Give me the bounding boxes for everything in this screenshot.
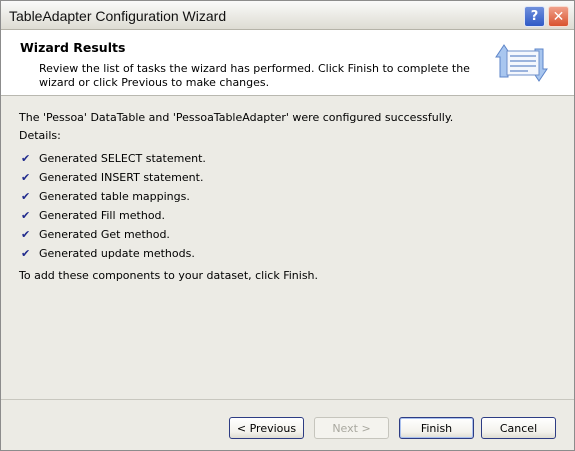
close-button[interactable]: ✕ — [548, 6, 569, 27]
cancel-button-label: Cancel — [499, 421, 538, 435]
wizard-header: Wizard Results Review the list of tasks … — [1, 30, 574, 96]
next-button-label: Next > — [332, 421, 371, 435]
task-label: Generated table mappings. — [39, 190, 190, 203]
wizard-results-icon — [495, 44, 548, 82]
checkmark-icon: ✔ — [21, 171, 31, 184]
document-icon — [506, 50, 540, 76]
cancel-button[interactable]: Cancel — [481, 417, 556, 439]
task-label: Generated update methods. — [39, 247, 195, 260]
finish-button-label: Finish — [420, 421, 453, 435]
checkmark-icon: ✔ — [21, 247, 31, 260]
help-button[interactable]: ? — [524, 6, 545, 27]
task-label: Generated Get method. — [39, 228, 170, 241]
task-label: Generated INSERT statement. — [39, 171, 204, 184]
checkmark-icon: ✔ — [21, 228, 31, 241]
finish-hint: To add these components to your dataset,… — [19, 269, 319, 282]
checkmark-icon: ✔ — [21, 209, 31, 222]
page-title: Wizard Results — [20, 40, 126, 55]
details-label: Details: — [19, 129, 61, 142]
task-label: Generated SELECT statement. — [39, 152, 206, 165]
page-description: Review the list of tasks the wizard has … — [39, 62, 470, 89]
title-bar[interactable]: TableAdapter Configuration Wizard ? ✕ — [1, 1, 574, 30]
previous-button[interactable]: < Previous — [229, 417, 304, 439]
previous-button-label: < Previous — [236, 421, 297, 435]
task-label: Generated Fill method. — [39, 209, 166, 222]
help-icon: ? — [530, 9, 539, 24]
close-icon: ✕ — [552, 8, 565, 25]
finish-button[interactable]: Finish — [399, 417, 474, 439]
window-title: TableAdapter Configuration Wizard — [9, 8, 227, 24]
checkmark-icon: ✔ — [21, 190, 31, 203]
next-button: Next > — [314, 417, 389, 439]
checkmark-icon: ✔ — [21, 152, 31, 165]
success-message: The 'Pessoa' DataTable and 'PessoaTableA… — [19, 111, 454, 124]
button-bar-divider — [1, 399, 574, 400]
wizard-window: TableAdapter Configuration Wizard ? ✕ Wi… — [0, 0, 575, 451]
